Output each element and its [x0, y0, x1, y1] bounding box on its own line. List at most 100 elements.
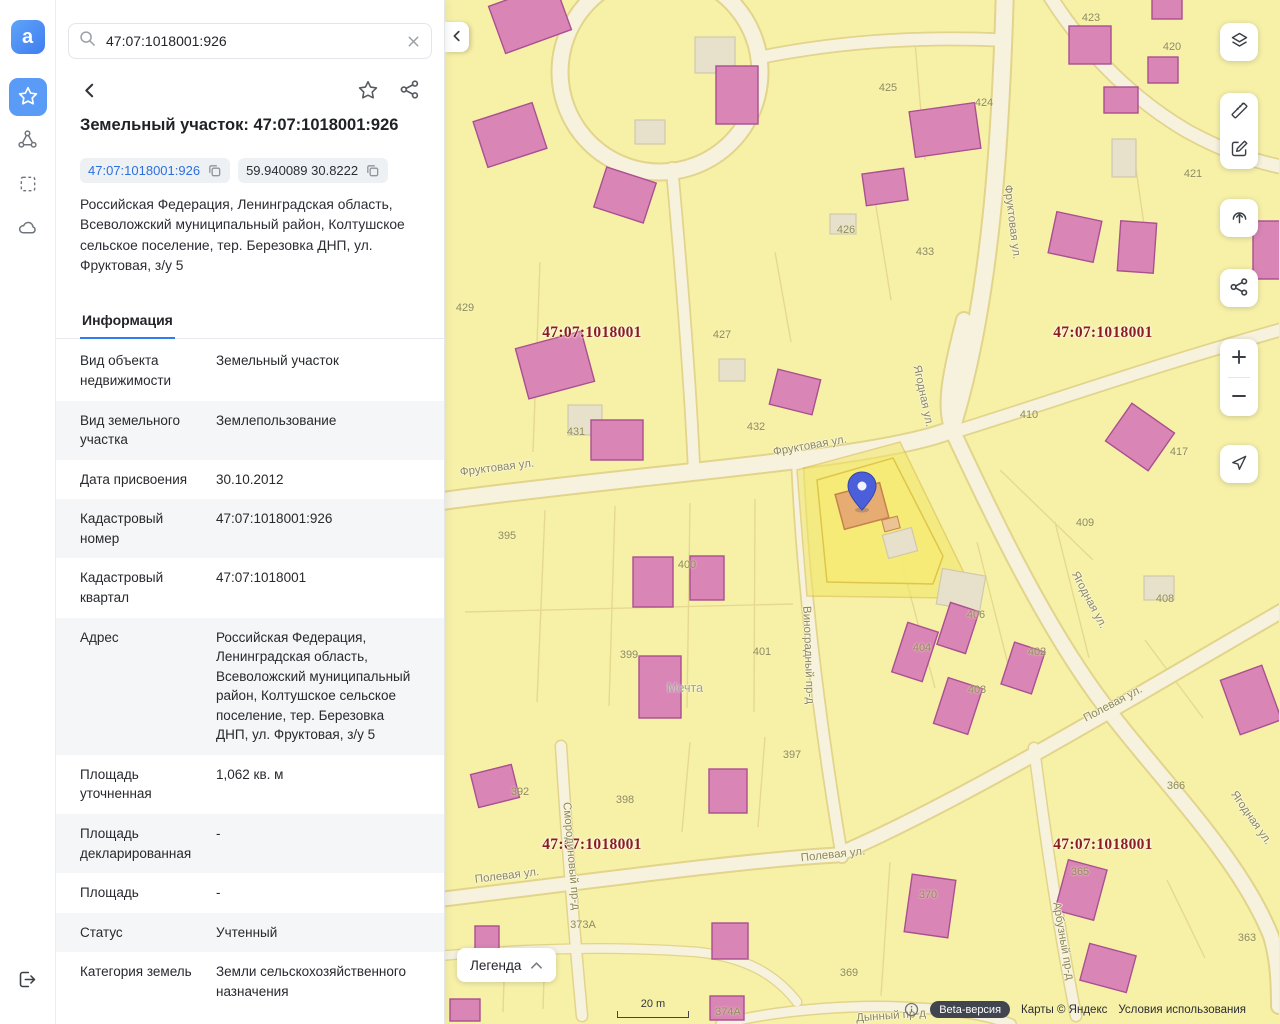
info-row-value: Российская Федерация, Ленинградская обла… [216, 628, 420, 745]
share-icon [1229, 277, 1249, 300]
draw-button[interactable] [1220, 131, 1258, 169]
info-row-value: 1,062 кв. м [216, 765, 420, 804]
panel-toolbar [56, 59, 444, 101]
info-row-label: Площадь [80, 883, 198, 903]
cloud-icon [17, 217, 38, 241]
yandex-copyright: Карты © Яндекс [1021, 1004, 1107, 1016]
navigation-arrow-icon [1229, 453, 1249, 476]
map[interactable]: 47:07:101800147:07:101800147:07:10180014… [445, 0, 1280, 1024]
share-control [1220, 269, 1258, 307]
tab-information[interactable]: Информация [80, 303, 175, 339]
terms-link[interactable]: Условия использования [1118, 1004, 1246, 1016]
copy-icon[interactable] [207, 163, 222, 178]
info-row: Вид объекта недвижимости Земельный участо… [56, 341, 444, 400]
upload-button[interactable] [1220, 199, 1258, 237]
locate-control [1220, 445, 1258, 483]
info-row: Кадастровый номер47:07:1018001:926 [56, 499, 444, 558]
object-info-panel: Земельный участок: 47:07:1018001:926 47:… [56, 0, 445, 1024]
info-row-value: Земли сельскохозяйственного назначения [216, 962, 420, 1001]
info-row-label: Вид объекта недвижимости [80, 351, 198, 390]
ruler-icon [1229, 100, 1250, 124]
layers-icon [1229, 30, 1250, 54]
info-row-label: Вид земельного участка [80, 411, 198, 450]
info-row: Кадастровый квартал 47:07:1018001 [56, 558, 444, 617]
search-input[interactable] [104, 32, 398, 50]
legend-button[interactable]: Легенда [457, 948, 556, 982]
info-row-label: Адрес [80, 628, 198, 745]
info-icon[interactable] [904, 1002, 919, 1017]
collapse-panel-button[interactable] [445, 22, 469, 52]
icon-sidebar: a [0, 0, 56, 1024]
logout-icon [17, 969, 38, 993]
info-table: Вид объекта недвижимости Земельный участо… [56, 341, 444, 1024]
layers-button[interactable] [1220, 23, 1258, 61]
scale-bar-line [617, 1011, 689, 1018]
favorite-star-button[interactable] [357, 79, 379, 101]
minus-icon [1230, 387, 1248, 408]
sidebar-item-services[interactable] [9, 122, 47, 160]
info-row-label: Площадь уточненная [80, 765, 198, 804]
info-row-value: Земельный участок [216, 351, 420, 390]
locate-button[interactable] [1220, 445, 1258, 483]
copy-icon[interactable] [365, 163, 380, 178]
sidebar-item-select-area[interactable] [9, 166, 47, 204]
tabs-bar: Информация [56, 303, 444, 339]
beta-badge: Beta-версия [930, 1001, 1010, 1018]
info-row: Площадь- [56, 873, 444, 913]
search-clear-button[interactable] [406, 34, 421, 49]
info-row-label: Площадь декларированная [80, 824, 198, 863]
plus-icon [1230, 348, 1248, 369]
info-row-value: - [216, 824, 420, 863]
map-canvas[interactable] [445, 0, 1279, 1024]
info-row-value: Землепользование [216, 411, 420, 450]
app-logo[interactable]: a [11, 20, 45, 54]
star-icon [17, 85, 39, 110]
search-box [68, 23, 432, 59]
cadastral-number-chip[interactable]: 47:07:1018001:926 [80, 158, 230, 183]
cadastral-number-link[interactable]: 47:07:1018001:926 [88, 163, 200, 178]
info-row: Статус Учтенный [56, 913, 444, 953]
info-row-value: 30.10.2012 [216, 470, 420, 490]
sidebar-item-weather[interactable] [9, 210, 47, 248]
chevron-up-icon [530, 961, 543, 970]
info-row-value: - [216, 883, 420, 903]
info-row-value: Учтенный [216, 923, 420, 943]
share-map-button[interactable] [1220, 269, 1258, 307]
dashed-square-icon [18, 174, 38, 197]
info-row-label: Категория земель [80, 962, 198, 1001]
back-button[interactable] [80, 81, 99, 100]
scale-label: 20 m [617, 998, 689, 1010]
object-address: Российская Федерация, Ленинградская обла… [56, 195, 444, 277]
search-icon [79, 30, 96, 52]
info-row: Вид земельного участка Землепользование [56, 401, 444, 460]
info-row-label: Кадастровый квартал [80, 568, 198, 607]
chevron-left-icon [450, 29, 464, 46]
layers-control [1220, 23, 1258, 61]
measure-edit-control [1220, 93, 1258, 169]
info-row: АдресРоссийская Федерация, Ленинградская… [56, 618, 444, 755]
upload-icon [1229, 206, 1250, 230]
coordinates-chip[interactable]: 59.940089 30.8222 [238, 158, 388, 183]
network-icon [17, 129, 38, 153]
info-row-value: 47:07:1018001 [216, 568, 420, 607]
info-row-value: 47:07:1018001:926 [216, 509, 420, 548]
zoom-control [1220, 339, 1258, 416]
map-scalebar: 20 m [617, 998, 689, 1018]
zoom-in-button[interactable] [1220, 339, 1258, 377]
ruler-button[interactable] [1220, 93, 1258, 131]
info-row: Дата присвоения 30.10.2012 [56, 460, 444, 500]
sidebar-item-favorites[interactable] [9, 78, 47, 116]
map-attribution: Beta-версия Карты © Яндекс Условия испол… [904, 1001, 1246, 1018]
search-area [56, 0, 444, 59]
zoom-out-button[interactable] [1220, 378, 1258, 416]
app-logo-glyph: a [22, 26, 33, 49]
info-row: Площадь декларированная- [56, 814, 444, 873]
share-object-button[interactable] [399, 79, 420, 101]
info-row-label: Статус [80, 923, 198, 943]
logout-button[interactable] [9, 962, 47, 1000]
info-row-label: Дата присвоения [80, 470, 198, 490]
info-row: Площадь уточненная 1,062 кв. м [56, 755, 444, 814]
info-row: Категория земель Земли сельскохозяйственн… [56, 952, 444, 1011]
legend-label: Легенда [470, 958, 521, 973]
coordinates-value: 59.940089 30.8222 [246, 163, 358, 178]
